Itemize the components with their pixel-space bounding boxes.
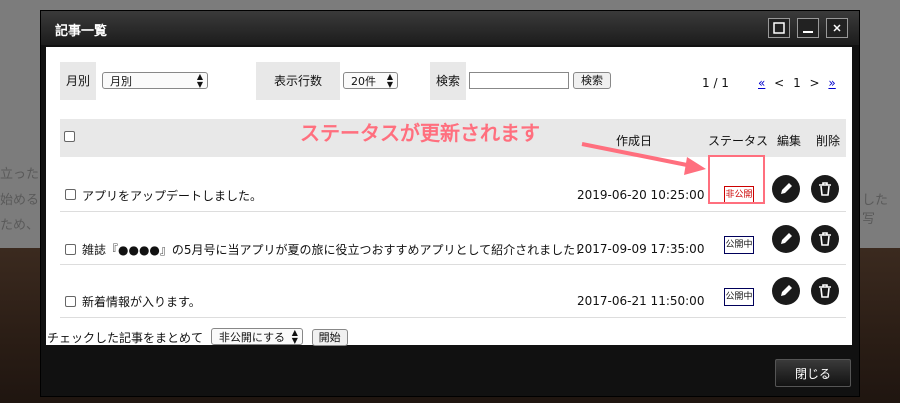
start-button[interactable]: 開始 (311, 329, 348, 346)
delete-header: 削除 (816, 134, 841, 148)
edit-header: 編集 (777, 134, 802, 148)
article-date: 2017-09-09 17:35:00 (577, 242, 705, 256)
prev-page[interactable]: < (774, 76, 784, 90)
trash-icon (819, 284, 831, 298)
edit-button[interactable] (772, 175, 800, 203)
article-title: 雑誌『●●●●』の5月号に当アプリが夏の旅に役立つおすすめアプリとして紹介されま… (82, 243, 588, 257)
trash-icon (819, 232, 831, 246)
article-title: アプリをアップデートしました。 (82, 189, 263, 203)
close-window-button[interactable] (826, 18, 848, 38)
per-page-select[interactable]: 20件 ▲ ▼ (343, 72, 398, 89)
maximize-button[interactable] (768, 18, 790, 38)
select-arrows-icon: ▲ ▼ (291, 328, 298, 345)
minimize-icon (803, 31, 813, 33)
edit-button[interactable] (772, 277, 800, 305)
pencil-icon (781, 183, 792, 194)
status-badge[interactable]: 公開中 (724, 236, 754, 254)
annotation-highlight-box (708, 155, 765, 204)
row-checkbox[interactable] (65, 296, 76, 307)
bulk-action-value: 非公開にする (218, 331, 285, 344)
close-dialog-button[interactable]: 閉じる (775, 359, 851, 387)
article-date: 2019-06-20 10:25:00 (577, 188, 705, 202)
per-page-select-value: 20件 (351, 75, 376, 88)
select-arrows-icon: ▲ ▼ (196, 72, 203, 89)
table-row: 雑誌『●●●●』の5月号に当アプリが夏の旅に役立つおすすめアプリとして紹介されま… (60, 212, 846, 265)
select-arrows-icon: ▲ ▼ (386, 72, 393, 89)
background-text: した写 (862, 193, 889, 227)
background-text: ため、 (0, 218, 40, 233)
last-page-link[interactable]: » (828, 76, 835, 90)
background-text: 立った (0, 167, 40, 182)
search-input[interactable] (469, 72, 569, 89)
row-checkbox[interactable] (65, 244, 76, 255)
bulk-action-select[interactable]: 非公開にする ▲ ▼ (210, 328, 303, 345)
article-date: 2017-06-21 11:50:00 (577, 294, 705, 308)
edit-button[interactable] (772, 225, 800, 253)
per-page-label: 表示行数 (256, 62, 340, 100)
search-label: 検索 (430, 62, 466, 100)
row-checkbox[interactable] (65, 189, 76, 200)
pencil-icon (781, 285, 792, 296)
annotation-text: ステータスが更新されます (300, 121, 540, 145)
filter-bar: 月別 月別 ▲ ▼ 表示行数 20件 ▲ ▼ 検索 検索 1 / 1 « < 1 >… (60, 62, 844, 100)
delete-button[interactable] (811, 175, 839, 203)
delete-button[interactable] (811, 277, 839, 305)
pagination: « < 1 > » (758, 76, 836, 90)
dialog-titlebar: 記事一覧 (41, 11, 859, 45)
status-header: ステータス (708, 134, 769, 148)
next-page[interactable]: > (810, 76, 820, 90)
table-row: 新着情報が入ります。 2017-06-21 11:50:00 公開中 (60, 265, 846, 318)
background-text: 始める (0, 193, 40, 208)
status-badge[interactable]: 公開中 (724, 288, 754, 306)
month-label: 月別 (60, 62, 96, 100)
select-all-checkbox[interactable] (64, 131, 75, 142)
bulk-action-label: チェックした記事をまとめて (47, 331, 204, 345)
month-select[interactable]: 月別 ▲ ▼ (102, 72, 208, 89)
bulk-action-bar: チェックした記事をまとめて 非公開にする ▲ ▼ 開始 (47, 328, 348, 347)
annotation-arrow-icon (581, 142, 706, 175)
dialog-title: 記事一覧 (55, 24, 108, 39)
pencil-icon (781, 233, 792, 244)
first-page-link[interactable]: « (758, 76, 765, 90)
close-icon (833, 24, 841, 32)
minimize-button[interactable] (797, 18, 819, 38)
search-button[interactable]: 検索 (573, 72, 611, 89)
trash-icon (819, 182, 831, 196)
month-select-value: 月別 (110, 75, 132, 88)
delete-button[interactable] (811, 225, 839, 253)
current-page: 1 (793, 76, 801, 90)
page-info: 1 / 1 (702, 76, 729, 90)
maximize-icon (773, 22, 785, 34)
article-title: 新着情報が入ります。 (82, 295, 201, 309)
